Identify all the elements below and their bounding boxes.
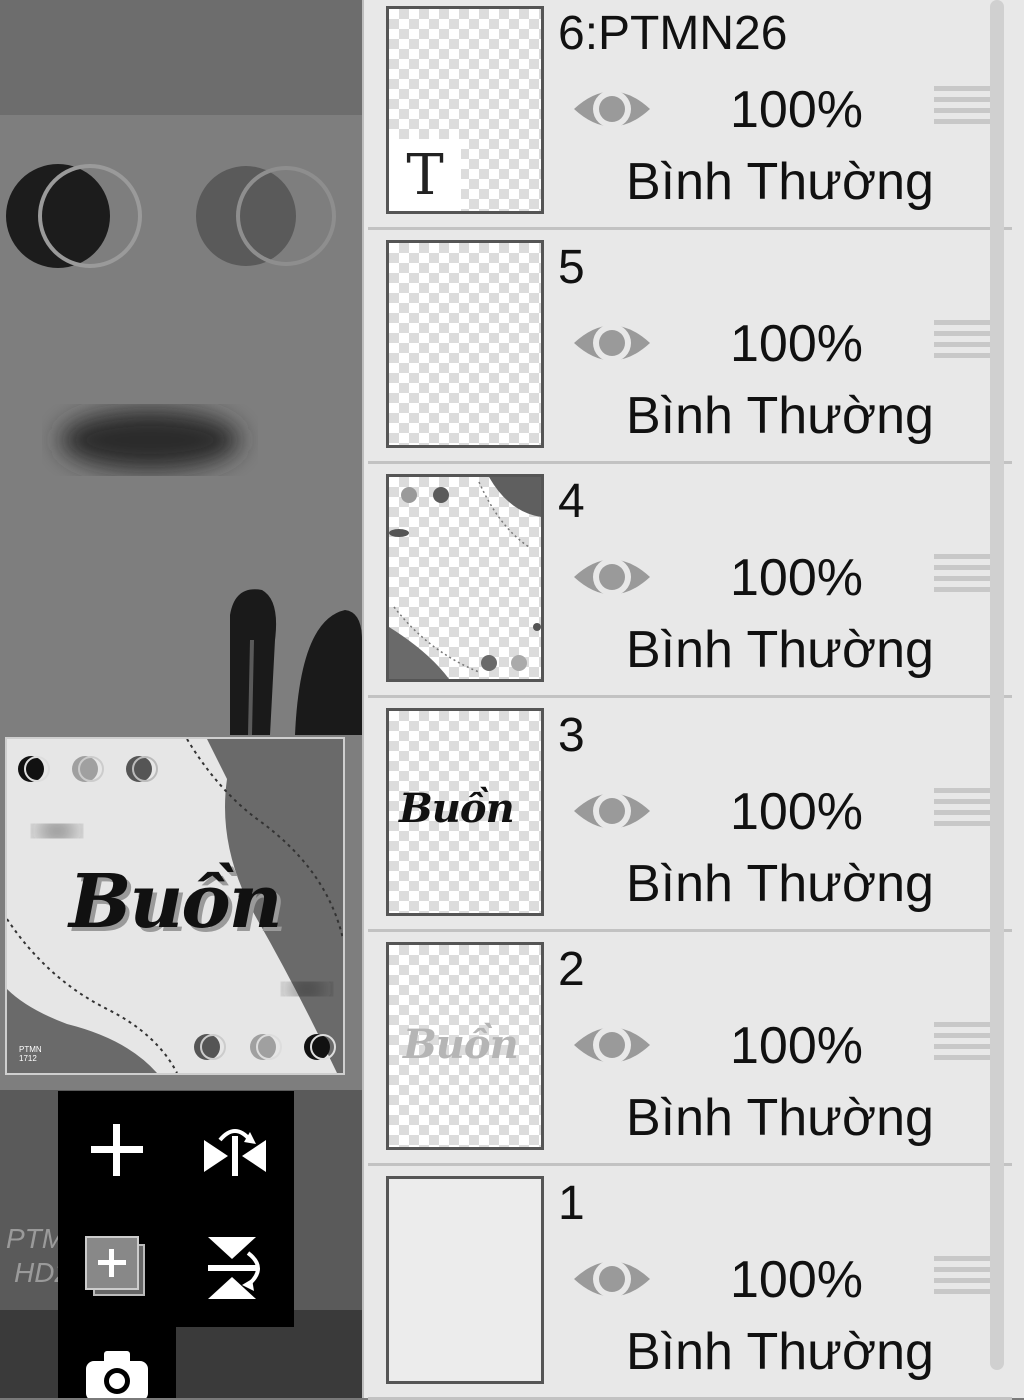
flip-vertical-button[interactable] (176, 1209, 294, 1327)
layer-2-word: Buồn (403, 1021, 519, 1068)
layer-row-5[interactable]: 5 100% Bình Thường (368, 234, 1012, 464)
flip-horizontal-icon (204, 1129, 266, 1176)
layer-row-4[interactable]: 4 100% Bình Thường (368, 468, 1012, 698)
layer-blend-mode[interactable]: Bình Thường (626, 150, 934, 214)
layer-thumbnail[interactable]: Buồn (386, 942, 544, 1150)
preview-watermark: PTMN 1712 (19, 1045, 42, 1063)
layer-name: 5 (558, 241, 585, 294)
eye-icon[interactable] (572, 1016, 652, 1074)
eye-icon[interactable] (572, 80, 652, 138)
canvas-preview-thumbnail[interactable]: Buồn PTMN 1712 (5, 737, 345, 1075)
layer-row-1[interactable]: 1 100% Bình Thường (368, 1170, 1012, 1400)
add-layer-button[interactable] (58, 1091, 176, 1209)
layer-thumbnail[interactable]: Buồn (386, 708, 544, 916)
layer-thumbnail[interactable] (386, 1176, 544, 1384)
drag-handle-icon[interactable] (934, 320, 992, 364)
layer-thumbnail[interactable] (386, 240, 544, 448)
layer-opacity[interactable]: 100% (730, 312, 863, 376)
drag-handle-icon[interactable] (934, 788, 992, 832)
duplicate-layer-icon (85, 1236, 145, 1296)
layer-row-2[interactable]: Buồn 2 100% Bình Thường (368, 936, 1012, 1166)
eye-icon[interactable] (572, 1250, 652, 1308)
layer-opacity[interactable]: 100% (730, 546, 863, 610)
layer-blend-mode[interactable]: Bình Thường (626, 384, 934, 448)
layer-row-6[interactable]: T 6:PTMN26 100% Bình Thường (368, 0, 1012, 230)
drag-handle-icon[interactable] (934, 86, 992, 130)
flip-vertical-icon (208, 1237, 260, 1299)
layer-opacity[interactable]: 100% (730, 1014, 863, 1078)
layer-4-preview-shapes (389, 477, 541, 679)
layer-tools-panel (58, 1091, 294, 1327)
eye-icon[interactable] (572, 782, 652, 840)
layer-blend-mode[interactable]: Bình Thường (626, 1086, 934, 1150)
layer-opacity[interactable]: 100% (730, 780, 863, 844)
layer-name: 3 (558, 709, 585, 762)
text-layer-glyph: T (389, 139, 461, 211)
camera-icon (86, 1351, 148, 1398)
layer-name: 4 (558, 475, 585, 528)
drag-handle-icon[interactable] (934, 1256, 992, 1300)
layer-name: 6:PTMN26 (558, 7, 788, 60)
layer-blend-mode[interactable]: Bình Thường (626, 618, 934, 682)
preview-title-word: Buồn (69, 859, 283, 945)
layer-thumbnail[interactable]: T (386, 6, 544, 214)
layer-blend-mode[interactable]: Bình Thường (626, 852, 934, 916)
drag-handle-icon[interactable] (934, 554, 992, 598)
camera-button[interactable] (58, 1341, 176, 1398)
layer-blend-mode[interactable]: Bình Thường (626, 1320, 934, 1384)
layers-panel: T 6:PTMN26 100% Bình Thường 5 100% Bình … (362, 0, 1024, 1400)
layer-3-word: Buồn (399, 785, 515, 832)
layer-name: 1 (558, 1177, 585, 1230)
layer-thumbnail[interactable] (386, 474, 544, 682)
layers-scrollbar[interactable] (990, 0, 1004, 1370)
duplicate-layer-button[interactable] (58, 1209, 176, 1327)
drag-handle-icon[interactable] (934, 1022, 992, 1066)
camera-tool-area (58, 1327, 176, 1398)
layer-name: 2 (558, 943, 585, 996)
flip-horizontal-button[interactable] (176, 1091, 294, 1209)
layer-opacity[interactable]: 100% (730, 1248, 863, 1312)
layer-row-3[interactable]: Buồn 3 100% Bình Thường (368, 702, 1012, 932)
drawing-canvas[interactable]: PTM HD2 Buồn PTMN 1712 (0, 0, 362, 1398)
eye-icon[interactable] (572, 548, 652, 606)
plus-icon (91, 1124, 143, 1176)
eye-icon[interactable] (572, 314, 652, 372)
layer-opacity[interactable]: 100% (730, 78, 863, 142)
